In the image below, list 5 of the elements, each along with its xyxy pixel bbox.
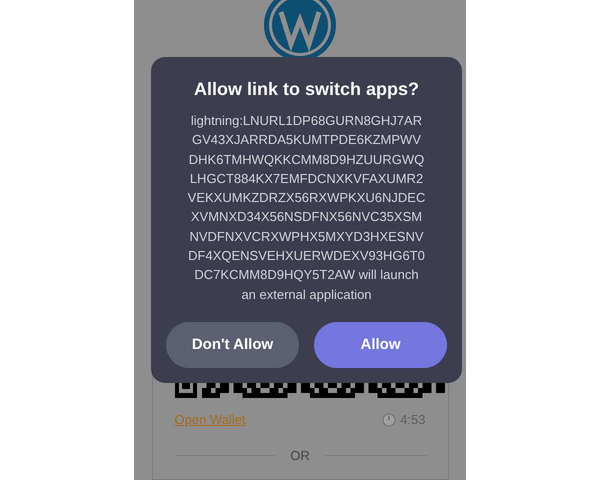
dialog-title: Allow link to switch apps? — [194, 78, 420, 101]
divider-text: OR — [290, 446, 310, 464]
cancel-button[interactable]: Don't Allow — [166, 322, 299, 368]
allow-button[interactable]: Allow — [314, 322, 447, 368]
dialog-message: lightning:LNURL1DP68GURN8GHJ7ARGV43XJARRDA5KUMTPDE6KZMPWVDHK6TMHWQKKCMM8D9HZUURGWQLHGCT884KX7EMFDCNXKVFAXUMR2VEKXUMKZDRZX56RXWPKXU6NJDECXVMNXD34X56NSDFNX56NVC35XSMNVDFNXVCRXWPHX5MXYD3HXESNVDF4XQENSVEHXUERWDEXV93HG6T0DC7KCMM8D9HQY5T2AW will launch an external application — [188, 112, 426, 304]
